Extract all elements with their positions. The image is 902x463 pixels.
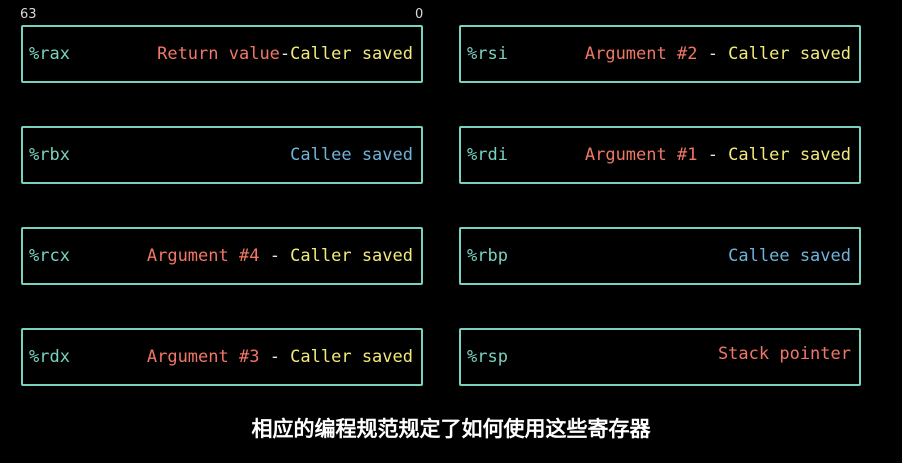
- register-desc-rdx: Argument #3 - Caller saved: [147, 347, 413, 367]
- register-box-rax: %rax Return value-Caller saved: [21, 25, 423, 83]
- register-sep-rdx: -: [259, 347, 291, 367]
- register-save-rsi: Caller saved: [728, 44, 851, 64]
- bit-label-low: 0: [415, 7, 424, 22]
- register-role-rsi: Argument #2: [584, 44, 698, 64]
- register-desc-rcx: Argument #4 - Caller saved: [147, 246, 413, 266]
- register-name-rdi: %rdi: [467, 145, 508, 165]
- register-desc-rbx: Callee saved: [290, 145, 413, 165]
- register-sep-rsi: -: [697, 44, 729, 64]
- register-desc-rdi: Argument #1 - Caller saved: [585, 145, 851, 165]
- register-role-rsp: Stack pointer: [717, 344, 851, 364]
- register-box-rsi: %rsi Argument #2 - Caller saved: [459, 25, 861, 83]
- register-name-rsi: %rsi: [467, 44, 508, 64]
- bit-label-high: 63: [20, 7, 37, 22]
- register-box-rbx: %rbx Callee saved: [21, 126, 423, 184]
- register-name-rcx: %rcx: [29, 246, 70, 266]
- register-desc-rsp: Stack pointer: [718, 344, 851, 364]
- register-sep-rax: -: [279, 44, 291, 64]
- register-box-rbp: %rbp Callee saved: [459, 227, 861, 285]
- register-desc-rbp: Callee saved: [728, 246, 851, 266]
- register-save-rcx: Caller saved: [290, 246, 413, 266]
- register-sep-rcx: -: [259, 246, 291, 266]
- register-sep-rdi: -: [697, 145, 729, 165]
- register-role-rax: Return value: [157, 44, 280, 64]
- register-name-rdx: %rdx: [29, 347, 70, 367]
- register-desc-rsi: Argument #2 - Caller saved: [585, 44, 851, 64]
- register-save-rdx: Caller saved: [290, 347, 413, 367]
- subtitle-caption: 相应的编程规范规定了如何使用这些寄存器: [251, 417, 651, 441]
- register-box-rsp: %rsp Stack pointer: [459, 328, 861, 386]
- register-box-rdi: %rdi Argument #1 - Caller saved: [459, 126, 861, 184]
- register-name-rbp: %rbp: [467, 246, 508, 266]
- register-save-rdi: Caller saved: [728, 145, 851, 165]
- register-role-rdx: Argument #3: [146, 347, 260, 367]
- register-name-rbx: %rbx: [29, 145, 70, 165]
- register-save-rbx: Callee saved: [290, 145, 413, 165]
- register-box-rcx: %rcx Argument #4 - Caller saved: [21, 227, 423, 285]
- register-desc-rax: Return value-Caller saved: [157, 44, 413, 64]
- register-save-rbp: Callee saved: [728, 246, 851, 266]
- register-role-rcx: Argument #4: [146, 246, 260, 266]
- register-name-rsp: %rsp: [467, 347, 508, 367]
- register-role-rdi: Argument #1: [584, 145, 698, 165]
- register-box-rdx: %rdx Argument #3 - Caller saved: [21, 328, 423, 386]
- register-name-rax: %rax: [29, 44, 70, 64]
- register-save-rax: Caller saved: [290, 44, 413, 64]
